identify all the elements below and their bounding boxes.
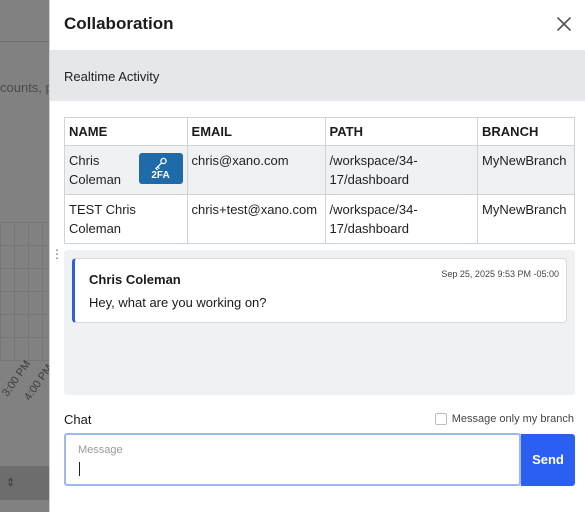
- column-header-path: PATH: [324, 117, 479, 146]
- table-row: Chris Coleman 2FA chris@xano.com /worksp…: [64, 145, 575, 195]
- text-caret: [79, 462, 80, 476]
- two-factor-label: 2FA: [151, 170, 170, 181]
- column-header-branch: BRANCH: [477, 117, 575, 146]
- send-button[interactable]: Send: [521, 434, 575, 486]
- user-path: /workspace/34-17/dashboard: [324, 194, 479, 244]
- message-input[interactable]: Message: [64, 433, 521, 486]
- background-text: counts, p: [0, 80, 49, 95]
- branch-only-label: Message only my branch: [451, 413, 574, 425]
- realtime-activity-table: NAME EMAIL PATH BRANCH Chris Coleman 2FA: [64, 117, 575, 244]
- table-header-row: NAME EMAIL PATH BRANCH: [64, 117, 575, 146]
- resize-handle-icon[interactable]: ⋮: [51, 248, 63, 260]
- user-name-cell: Chris Coleman 2FA: [64, 145, 188, 195]
- key-icon: [154, 157, 167, 170]
- column-header-email: EMAIL: [186, 117, 326, 146]
- message-author: Chris Coleman: [89, 272, 181, 287]
- table-row: TEST Chris Coleman chris+test@xano.com /…: [64, 194, 575, 244]
- background-header: [0, 0, 49, 42]
- user-name: Chris Coleman: [69, 153, 122, 187]
- user-branch: MyNewBranch: [477, 194, 575, 244]
- sort-icon: ⇕: [6, 477, 16, 489]
- user-branch: MyNewBranch: [477, 145, 575, 195]
- chat-label: Chat: [64, 412, 92, 427]
- message-timestamp: Sep 25, 2025 9:53 PM -05:00: [441, 269, 559, 279]
- column-header-name: NAME: [64, 117, 188, 146]
- chat-message: Chris Coleman Sep 25, 2025 9:53 PM -05:0…: [72, 258, 567, 323]
- chat-messages[interactable]: Chris Coleman Sep 25, 2025 9:53 PM -05:0…: [64, 250, 575, 395]
- collaboration-panel: ⋮ Collaboration Realtime Activity NAME E…: [49, 0, 585, 512]
- user-email: chris+test@xano.com: [186, 194, 326, 244]
- branch-only-checkbox[interactable]: [434, 413, 447, 425]
- close-button[interactable]: [555, 15, 573, 33]
- panel-title: Collaboration: [64, 14, 174, 33]
- user-path: /workspace/34-17/dashboard: [324, 145, 479, 195]
- branch-only-toggle[interactable]: Message only my branch: [434, 413, 574, 425]
- close-icon: [557, 17, 571, 31]
- background-chart-grid: [0, 222, 49, 362]
- user-name: TEST Chris Coleman: [64, 194, 188, 244]
- message-text: Hey, what are you working on?: [89, 295, 267, 310]
- two-factor-badge: 2FA: [138, 153, 183, 184]
- section-title: Realtime Activity: [64, 69, 160, 84]
- message-placeholder: Message: [78, 444, 123, 456]
- user-email: chris@xano.com: [186, 145, 326, 195]
- section-header: Realtime Activity: [50, 50, 585, 101]
- background-app: counts, p 3:00 PM 4:00 PM ⇕: [0, 0, 49, 512]
